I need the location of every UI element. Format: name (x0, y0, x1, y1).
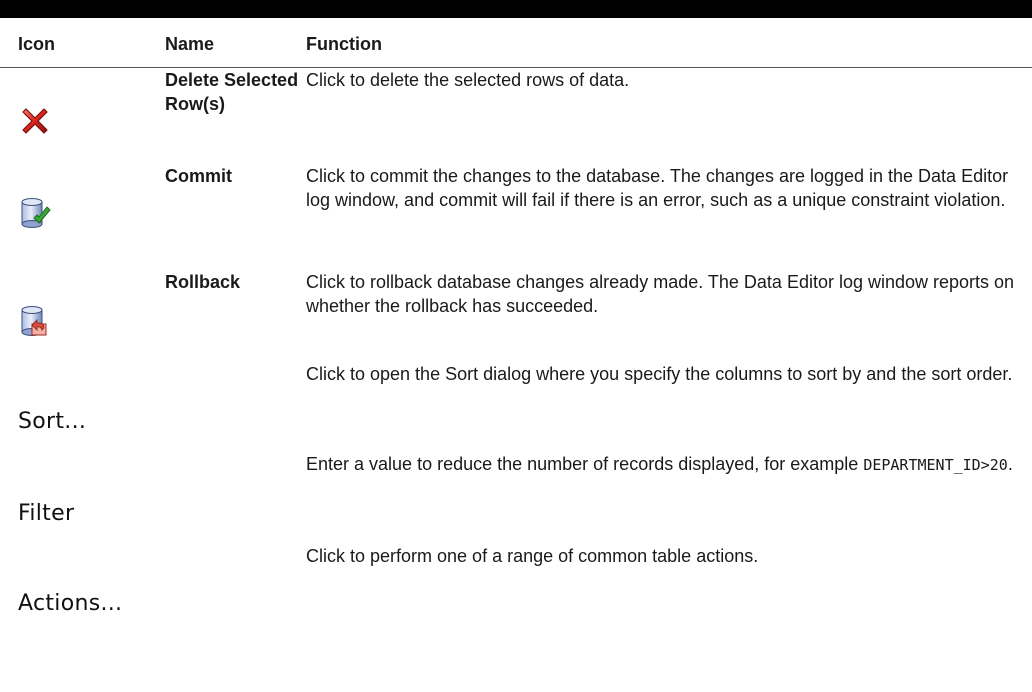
row-function: Click to perform one of a range of commo… (306, 546, 759, 566)
actions-button-image: Actions... (18, 591, 123, 616)
header-icon: Icon (0, 18, 151, 68)
table-row: Commit Click to commit the changes to th… (0, 164, 1032, 270)
table-row: Delete Selected Row(s) Click to delete t… (0, 68, 1032, 165)
example-code: DEPARTMENT_ID>20 (863, 456, 1008, 474)
header-function: Function (306, 18, 1032, 68)
row-name (151, 544, 306, 628)
icon-cell (0, 164, 151, 270)
database-rollback-arrow-icon (18, 304, 54, 346)
row-name (151, 362, 306, 452)
table-row: Actions... Click to perform one of a ran… (0, 544, 1032, 628)
sort-button-image: Sort... (18, 409, 87, 434)
icon-cell (0, 68, 151, 165)
reference-page: Icon Name Function Delete Selected Row(s… (0, 0, 1032, 692)
function-text: Enter a value to reduce the number of re… (306, 454, 864, 474)
table-row: Rollback Click to rollback database chan… (0, 270, 1032, 362)
row-name: Commit (165, 166, 232, 186)
header-name: Name (151, 18, 306, 68)
icon-cell: Sort... (0, 362, 151, 452)
icon-cell: Filter (0, 452, 151, 544)
row-function: Click to commit the changes to the datab… (306, 166, 1009, 210)
table-row: Filter Enter a value to reduce the numbe… (0, 452, 1032, 544)
icon-cell (0, 270, 151, 362)
toolbar-reference-table: Icon Name Function Delete Selected Row(s… (0, 18, 1032, 628)
database-commit-checkmark-icon (18, 196, 54, 238)
function-text-end: . (1007, 454, 1013, 474)
table-header-row: Icon Name Function (0, 18, 1032, 68)
row-function: Enter a value to reduce the number of re… (306, 452, 1032, 544)
row-function: Click to open the Sort dialog where you … (306, 364, 1013, 384)
row-function: Click to delete the selected rows of dat… (306, 70, 630, 90)
row-name: Delete Selected Row(s) (165, 70, 299, 114)
icon-cell: Actions... (0, 544, 151, 628)
delete-red-x-icon (18, 104, 52, 144)
row-function: Click to rollback database changes alrea… (306, 272, 1015, 316)
row-name: Rollback (165, 272, 241, 292)
row-name (151, 452, 306, 544)
filter-button-image: Filter (18, 501, 75, 526)
table-row: Sort... Click to open the Sort dialog wh… (0, 362, 1032, 452)
top-rule (0, 0, 1032, 18)
